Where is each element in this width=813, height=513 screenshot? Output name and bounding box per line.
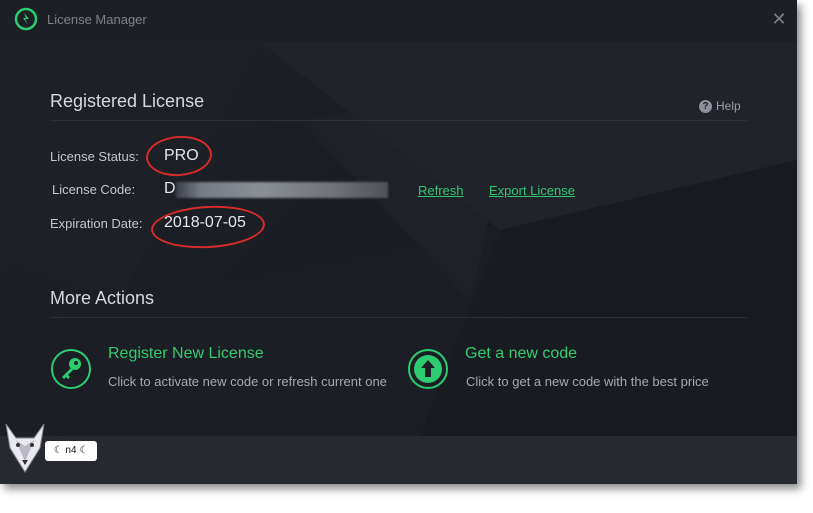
license-status-label: License Status: [50, 149, 139, 164]
divider [50, 317, 747, 318]
register-new-license-link[interactable]: Register New License [108, 345, 264, 363]
footer-bar [0, 436, 797, 484]
get-new-code-link[interactable]: Get a new code [465, 345, 577, 363]
license-code-label: License Code: [52, 182, 136, 197]
get-new-code-desc: Click to get a new code with the best pr… [466, 374, 709, 389]
arrow-up-icon [414, 355, 442, 383]
redacted-code [176, 182, 388, 198]
divider [50, 120, 747, 121]
license-manager-window: License Manager ✕ Registered License ? H… [0, 0, 797, 484]
export-license-link[interactable]: Export License [489, 183, 575, 198]
more-actions-heading: More Actions [50, 288, 155, 308]
help-label: Help [716, 99, 741, 113]
help-icon: ? [699, 99, 712, 113]
title-bar: License Manager ✕ [0, 0, 797, 42]
expiration-date-label: Expiration Date: [50, 216, 143, 231]
registered-license-heading: Registered License [50, 91, 205, 111]
license-code-value: D [164, 180, 176, 197]
refresh-link[interactable]: Refresh [418, 183, 464, 198]
register-license-button-icon[interactable] [51, 349, 91, 389]
close-button[interactable]: ✕ [768, 8, 790, 30]
app-logo-icon [14, 7, 38, 31]
watermark-badge: ☾ n4 ☾ [45, 441, 97, 461]
register-new-license-desc: Click to activate new code or refresh cu… [108, 374, 387, 389]
close-icon: ✕ [771, 9, 787, 29]
background-pattern [0, 42, 797, 436]
wolf-watermark-icon [5, 423, 45, 473]
get-new-code-button-icon[interactable] [408, 349, 448, 389]
window-title: License Manager [47, 12, 147, 27]
key-icon [62, 358, 81, 379]
help-link[interactable]: ? Help [699, 99, 741, 113]
